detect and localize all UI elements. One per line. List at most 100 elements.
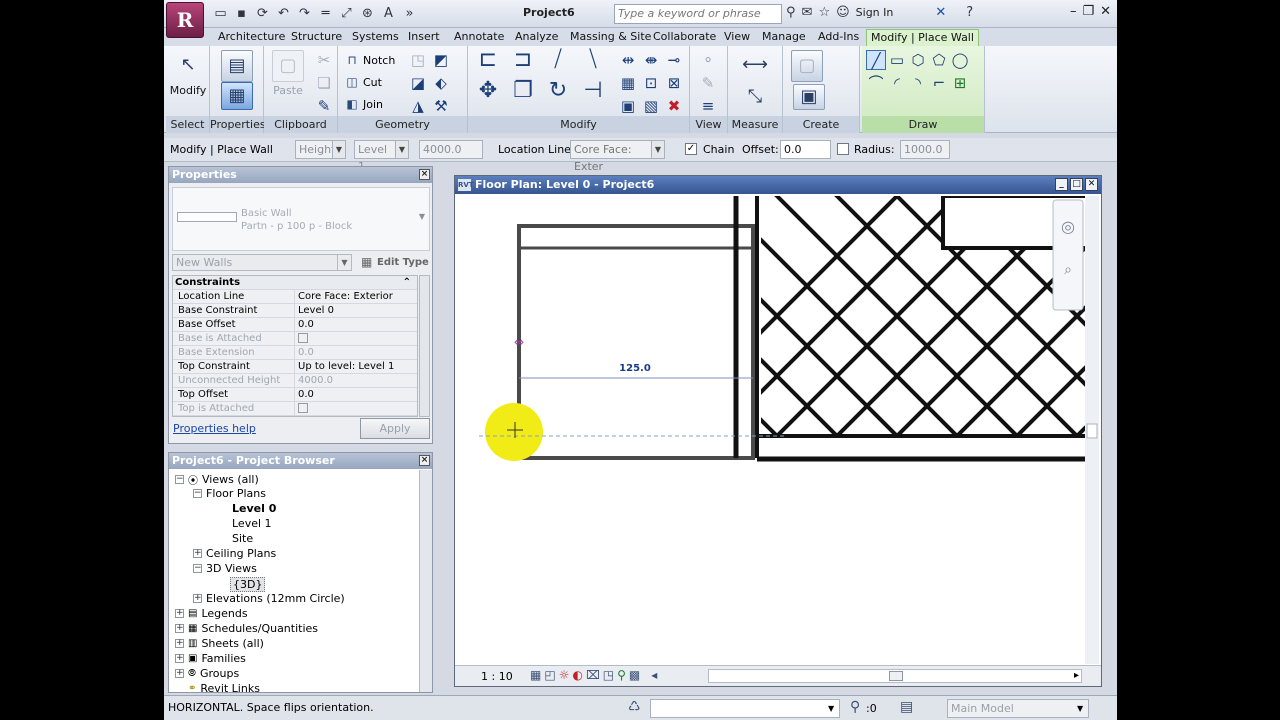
shadows-icon[interactable]: ◐	[572, 668, 582, 682]
circumscribed-polygon-icon[interactable]: ⬠	[929, 50, 949, 70]
restore-icon[interactable]: ❐	[1082, 4, 1094, 19]
draw-panel-title[interactable]: Draw	[862, 116, 984, 133]
application-menu-button[interactable]: R	[166, 2, 204, 38]
view-minimize-icon[interactable]: _	[1055, 178, 1068, 191]
tree-node-schedules[interactable]: + ▦ Schedules/Quantities	[175, 622, 318, 635]
location-line-select[interactable]: Core Face: Exter	[570, 140, 652, 173]
offset-input[interactable]: 0.0	[780, 140, 831, 159]
edit-type-button[interactable]: ▦ Edit Type	[359, 253, 429, 272]
steering-wheel-icon[interactable]: ◎	[1061, 217, 1075, 236]
property-row[interactable]: Top Constraint Up to level: Level 1	[173, 360, 417, 374]
chain-checkbox[interactable]: ✓	[685, 143, 697, 155]
sun-path-icon[interactable]: ☼	[559, 668, 570, 682]
inscribed-polygon-icon[interactable]: ⬡	[908, 50, 928, 70]
design-options-icon[interactable]: ▤	[900, 699, 913, 715]
properties-panel-title[interactable]: Properties	[210, 116, 266, 133]
group-icon[interactable]: ▣	[618, 96, 638, 116]
override-icon[interactable]: ✎	[698, 73, 718, 93]
collapse-icon[interactable]: ⌃	[403, 276, 411, 289]
view-close-icon[interactable]: ✕	[1085, 178, 1098, 191]
align-icon[interactable]: ⊏	[474, 49, 502, 78]
design-option-dropdown-icon[interactable]: ▼	[1077, 704, 1083, 713]
create-group-button[interactable]: ▣	[787, 84, 831, 112]
filter-icon[interactable]: ⚲	[850, 699, 860, 715]
property-value[interactable]: Core Face: Exterior	[295, 290, 417, 303]
property-row[interactable]: Top Offset 0.0	[173, 388, 417, 402]
open-icon[interactable]: ▭	[212, 5, 229, 22]
dimension-button[interactable]: ⤡	[733, 84, 777, 112]
temporary-hide-icon[interactable]: ⚲	[617, 668, 626, 682]
tangent-arc-icon[interactable]: ◝	[908, 73, 928, 93]
expand-icon[interactable]: +	[175, 654, 184, 663]
tree-node-floor-plans[interactable]: − Floor Plans	[193, 487, 266, 500]
view-panel-title[interactable]: View	[690, 116, 727, 133]
crop-region-icon[interactable]: ◳	[603, 668, 614, 682]
scroll-right-icon[interactable]: ▸	[1074, 670, 1079, 681]
tree-node-views[interactable]: − ⦿ Views (all)	[175, 472, 259, 487]
radius-checkbox[interactable]	[837, 143, 849, 155]
view-title-bar[interactable]: RVT Floor Plan: Level 0 - Project6 _ □ ✕	[455, 176, 1101, 194]
search-input[interactable]: Type a keyword or phrase	[614, 4, 782, 24]
more-qat-icon[interactable]: »	[401, 5, 418, 22]
tab-add-ins[interactable]: Add-Ins	[814, 29, 863, 46]
subscription-icon[interactable]: ✉	[802, 5, 813, 20]
unpin-icon[interactable]: ⊠	[664, 73, 684, 93]
radius-input[interactable]: 1000.0	[900, 140, 950, 159]
expand-icon[interactable]: +	[175, 609, 184, 618]
modify-tool-button[interactable]: ↖ Modify	[166, 50, 210, 97]
property-value[interactable]: Up to level: Level 1	[295, 360, 417, 373]
undo-icon[interactable]: ↶	[275, 5, 292, 22]
vertical-scroll-thumb[interactable]	[1086, 423, 1098, 439]
properties-palette-header[interactable]: Properties ×	[169, 167, 432, 183]
sign-in-link[interactable]: Sign In	[856, 6, 894, 19]
hammer-icon[interactable]: ⚒	[431, 96, 451, 116]
horizontal-scrollbar[interactable]: ▸	[708, 669, 1082, 683]
tab-insert[interactable]: Insert	[404, 29, 444, 46]
sync-icon[interactable]: ⟳	[254, 5, 271, 22]
type-selector-dropdown-icon[interactable]: ▼	[419, 212, 425, 221]
view-maximize-icon[interactable]: □	[1070, 178, 1083, 191]
dimension-qat-icon[interactable]: ⤢	[338, 5, 355, 22]
help-icon[interactable]: ?	[966, 5, 973, 20]
tree-node-3d[interactable]: {3D}	[230, 577, 266, 592]
type-selector[interactable]: Basic Wall Partn - p 100 p - Block ▼	[172, 187, 430, 251]
tree-node-legends[interactable]: + ▤ Legends	[175, 607, 248, 620]
expand-icon[interactable]: +	[175, 669, 184, 678]
star-icon[interactable]: ☆	[818, 5, 830, 20]
text-qat-icon[interactable]: A	[380, 5, 397, 22]
line-draw-icon[interactable]: ╱	[866, 50, 886, 70]
tab-massing-site[interactable]: Massing & Site	[566, 29, 655, 46]
linework-icon[interactable]: ≡	[698, 96, 718, 116]
instance-filter-dropdown-icon[interactable]: ▼	[337, 255, 351, 270]
pin-icon[interactable]: ⊸	[664, 50, 684, 70]
tree-node-revit-links[interactable]: +⚭Revit Links	[175, 682, 260, 692]
zoom-icon[interactable]: ⌕	[1064, 262, 1072, 278]
tree-node-sheets[interactable]: + ▥ Sheets (all)	[175, 637, 264, 650]
project-browser-header[interactable]: Project6 - Project Browser ×	[169, 453, 432, 469]
type-properties-button[interactable]: ▤	[215, 50, 259, 86]
property-row[interactable]: Base Constraint Level 0	[173, 304, 417, 318]
cut-clipboard-icon[interactable]: ✂	[314, 50, 334, 70]
worksharing-icon[interactable]: ♺	[628, 699, 641, 715]
apply-button[interactable]: Apply	[360, 418, 430, 439]
location-line-dropdown-icon[interactable]: ▼	[651, 140, 665, 159]
geometry-panel-title[interactable]: Geometry	[338, 116, 467, 133]
reveal-hidden-icon[interactable]: ▩	[629, 668, 640, 682]
tree-node-site[interactable]: Site	[232, 532, 253, 545]
crop-view-icon[interactable]: ⌧	[586, 668, 600, 682]
close-icon[interactable]: ✕	[1100, 4, 1111, 19]
design-option-select[interactable]: Main Model	[947, 699, 1089, 718]
pick-lines-icon[interactable]: ⊞	[950, 73, 970, 93]
select-panel-title[interactable]: Select	[166, 116, 209, 133]
view-scale[interactable]: 1 : 10	[481, 670, 513, 683]
copy-clipboard-icon[interactable]: ❏	[314, 73, 334, 93]
measure-qat-icon[interactable]: ═	[317, 5, 334, 22]
tab-annotate[interactable]: Annotate	[450, 29, 508, 46]
hint-icon[interactable]: ⚬	[698, 50, 718, 70]
drawing-canvas[interactable]: 125.0 ⇔ ◎ ⌕	[457, 196, 1101, 664]
worksets-dropdown-icon[interactable]: ▼	[828, 704, 834, 713]
modify-panel-title[interactable]: Modify	[468, 116, 689, 133]
trim-icon[interactable]: ⊣	[579, 80, 607, 109]
create-similar-button[interactable]: ▢	[785, 50, 829, 84]
property-value[interactable]: 0.0	[295, 388, 417, 401]
